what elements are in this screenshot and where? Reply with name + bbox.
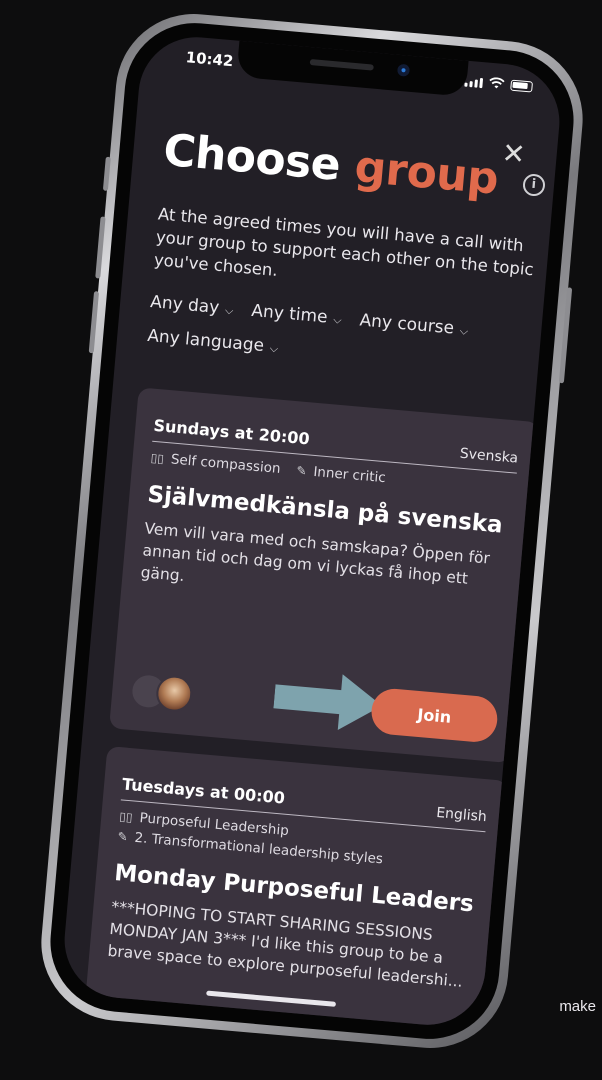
info-icon[interactable]: i bbox=[521, 173, 546, 197]
topic-tag: ✎ Inner critic bbox=[295, 462, 387, 487]
title-accent: group bbox=[352, 141, 501, 205]
filter-time[interactable]: Any time ⌵ bbox=[251, 301, 343, 329]
avatar bbox=[154, 674, 194, 714]
status-icons bbox=[464, 75, 534, 93]
book-icon: ▯▯ bbox=[118, 809, 134, 825]
course-tag: ▯▯ Self compassion bbox=[150, 450, 281, 477]
power-button bbox=[558, 287, 573, 384]
filter-day[interactable]: Any day ⌵ bbox=[149, 292, 234, 319]
signal-icon bbox=[464, 77, 484, 89]
topic-label: Inner critic bbox=[312, 463, 387, 487]
filter-course-label: Any course bbox=[358, 310, 455, 339]
phone-frame: 10:42 ✕ Choose group i At the agreed tim… bbox=[34, 7, 590, 1055]
chevron-down-icon: ⌵ bbox=[224, 303, 234, 318]
volume-down-button bbox=[88, 291, 100, 354]
filter-bar: Any day ⌵ Any time ⌵ Any course ⌵ Any langu… bbox=[147, 292, 550, 381]
arrow-pointer-icon bbox=[273, 674, 383, 731]
notch bbox=[236, 40, 469, 97]
group-card[interactable]: Tuesdays at 00:00 English ▯▯ Purposeful L… bbox=[81, 745, 508, 1030]
page-title: Choose group i bbox=[161, 125, 547, 209]
speaker-grille bbox=[309, 59, 374, 71]
front-camera bbox=[397, 63, 411, 77]
edit-icon: ✎ bbox=[117, 829, 129, 845]
join-button[interactable]: Join bbox=[369, 686, 500, 744]
stage: 10:42 ✕ Choose group i At the agreed tim… bbox=[0, 0, 602, 1080]
status-time: 10:42 bbox=[185, 48, 235, 71]
mute-switch bbox=[102, 156, 111, 191]
filter-language[interactable]: Any language ⌵ bbox=[147, 326, 280, 357]
chevron-down-icon: ⌵ bbox=[459, 324, 469, 338]
chevron-down-icon: ⌵ bbox=[269, 341, 279, 356]
group-language: Svenska bbox=[459, 445, 519, 467]
group-card[interactable]: Sundays at 20:00 Svenska ▯▯ Self compassi… bbox=[109, 387, 540, 764]
wifi-icon bbox=[489, 77, 505, 89]
app-screen: 10:42 ✕ Choose group i At the agreed tim… bbox=[59, 32, 565, 1030]
phone-bezel: 10:42 ✕ Choose group i At the agreed tim… bbox=[44, 17, 580, 1045]
page-subtitle: At the agreed times you will have a call… bbox=[153, 204, 535, 280]
filter-language-label: Any language bbox=[146, 325, 265, 357]
volume-up-button bbox=[95, 216, 106, 279]
title-main: Choose bbox=[161, 124, 343, 191]
group-language: English bbox=[435, 804, 488, 826]
filter-course[interactable]: Any course ⌵ bbox=[359, 310, 469, 339]
member-avatars bbox=[128, 671, 194, 714]
edge-text: make bbox=[559, 998, 596, 1015]
filter-day-label: Any day bbox=[149, 292, 221, 319]
edit-icon: ✎ bbox=[295, 463, 308, 479]
chevron-down-icon: ⌵ bbox=[332, 313, 343, 327]
filter-time-label: Any time bbox=[250, 300, 329, 328]
battery-icon bbox=[510, 79, 534, 93]
book-icon: ▯▯ bbox=[150, 450, 165, 466]
course-label: Self compassion bbox=[170, 451, 282, 477]
